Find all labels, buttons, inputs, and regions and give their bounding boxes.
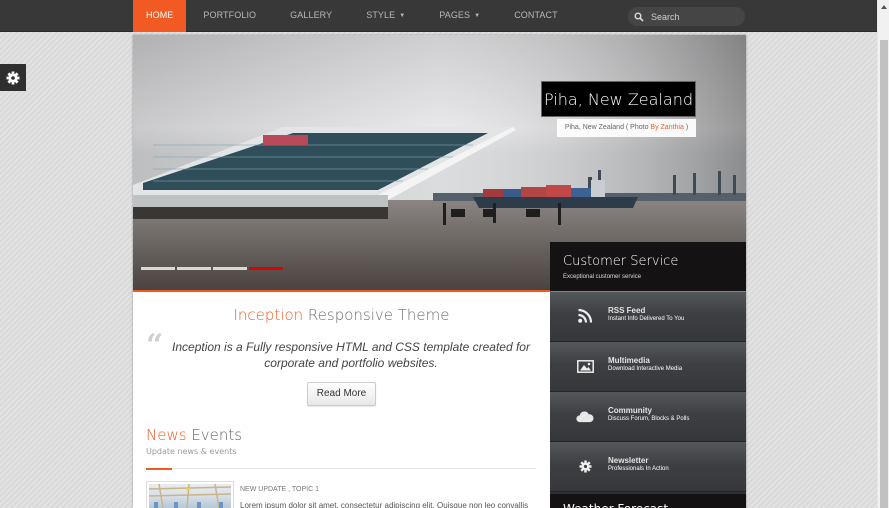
caption-text: Piha, New Zealand ( Photo (564, 124, 651, 131)
news-thumbnail-image (148, 483, 232, 508)
feature-newsletter[interactable]: Newsletter Professionals In Action (550, 442, 746, 492)
search-icon (634, 12, 644, 22)
slider-dot-2[interactable] (177, 267, 211, 270)
caret-down-icon: ▼ (474, 13, 481, 19)
nav-item-label: PORTFOLIO (203, 10, 257, 20)
thumbnail-graphic (148, 483, 232, 508)
news-subtitle: Update news & events (146, 447, 237, 456)
nav-item-label: HOME (146, 10, 174, 20)
scroll-thumb[interactable] (880, 40, 888, 508)
slider-dot-1[interactable] (141, 267, 175, 270)
photo-credit-link[interactable]: By Zanthia (650, 124, 683, 131)
customer-service-title: Customer Service (563, 254, 679, 269)
feature-title: Newsletter (608, 456, 649, 465)
search-input[interactable] (651, 11, 741, 22)
intro-text: Inception is a Fully responsive HTML and… (172, 340, 530, 370)
feature-title: RSS Feed (608, 306, 646, 315)
main-container: Piha, New Zealand Piha, New Zealand ( Ph… (133, 35, 746, 508)
slider-dot-3[interactable] (213, 267, 247, 270)
feature-rss-feed[interactable]: RSS Feed Instant Info Delivered To You (550, 292, 746, 342)
news-item-topic[interactable]: NEW UPDATE , TOPIC 1 (240, 486, 319, 493)
feature-community[interactable]: Community Discuss Forum, Blocks & Polls (550, 392, 746, 442)
top-navbar: HOME PORTFOLIO GALLERY STYLE ▼ PAGES ▼ CON… (0, 0, 877, 32)
caret-down-icon: ▼ (399, 13, 406, 19)
feature-multimedia[interactable]: Multimedia Download Interactive Media (550, 342, 746, 392)
weather-forecast-title: Weather Forecast (550, 494, 746, 508)
intro-title: Inception Responsive Theme (133, 306, 550, 324)
feature-subtitle: Discuss Forum, Blocks & Polls (608, 416, 690, 422)
image-icon (576, 357, 594, 375)
nav-item-pages[interactable]: PAGES ▼ (422, 0, 497, 32)
feature-title: Multimedia (608, 356, 650, 365)
news-thumbnail[interactable] (146, 481, 234, 508)
nav-item-label: GALLERY (290, 10, 333, 20)
feature-title: Community (608, 406, 652, 415)
nav-item-gallery[interactable]: GALLERY (273, 0, 349, 32)
style-switcher-toggle[interactable] (0, 64, 26, 91)
cloud-icon (576, 407, 594, 425)
news-title-accent: News (146, 426, 187, 444)
caption-text: ) (683, 124, 689, 131)
page-scrollbar[interactable] (877, 0, 889, 508)
feature-subtitle: Download Interactive Media (608, 366, 683, 372)
feature-list: RSS Feed Instant Info Delivered To You M… (550, 292, 746, 508)
feature-subtitle: Instant Info Delivered To You (608, 316, 685, 322)
news-divider-accent (146, 468, 172, 470)
rss-icon (576, 307, 594, 325)
nav-item-style[interactable]: STYLE ▼ (349, 0, 422, 32)
news-item-text: Lorem ipsum dolor sit amet, consectetur … (240, 501, 529, 508)
slide-title: Piha, New Zealand (541, 81, 696, 117)
nav-item-portfolio[interactable]: PORTFOLIO (186, 0, 273, 32)
slide-caption: Piha, New Zealand ( Photo By Zanthia ) (557, 119, 696, 137)
slider-pagination (141, 267, 283, 270)
intro-title-rest: Responsive Theme (303, 306, 450, 324)
scroll-up-arrow-icon[interactable] (878, 2, 889, 12)
search-box[interactable] (628, 7, 745, 26)
intro-title-accent: Inception (233, 306, 304, 324)
nav-item-label: STYLE (366, 10, 396, 20)
quote-icon: “ (146, 328, 164, 363)
nav-item-label: PAGES (439, 10, 471, 20)
feature-subtitle: Professionals In Action (608, 466, 669, 472)
nav-item-label: CONTACT (514, 10, 558, 20)
news-divider (146, 468, 536, 469)
main-nav: HOME PORTFOLIO GALLERY STYLE ▼ PAGES ▼ CON… (133, 0, 575, 32)
customer-service-header: Customer Service Exceptional customer se… (550, 242, 746, 291)
gear-icon (576, 457, 594, 475)
read-more-button[interactable]: Read More (307, 382, 376, 406)
nav-item-contact[interactable]: CONTACT (497, 0, 575, 32)
customer-service-subtitle: Exceptional customer service (563, 274, 642, 280)
nav-item-home[interactable]: HOME (133, 0, 187, 32)
slider-dot-4[interactable] (249, 267, 283, 270)
news-title-rest: Events (186, 426, 243, 444)
gear-icon (6, 71, 20, 84)
news-title: News Events (146, 426, 242, 444)
